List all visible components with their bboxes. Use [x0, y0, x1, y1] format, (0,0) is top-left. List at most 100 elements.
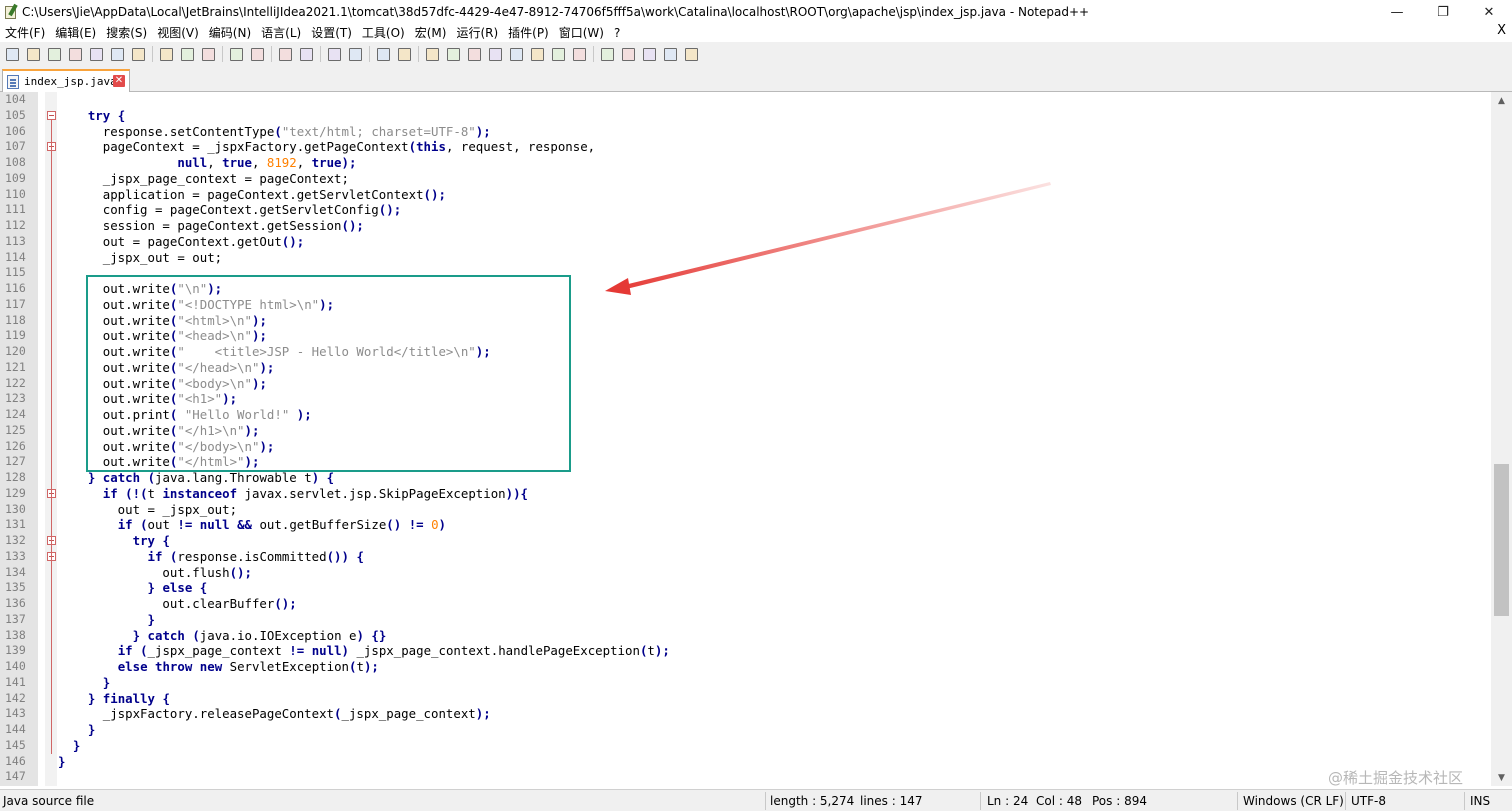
save-all-icon[interactable]: [66, 45, 84, 63]
code-line[interactable]: 112 session = pageContext.getSession();: [0, 218, 1490, 234]
scroll-up-arrow-icon[interactable]: ▲: [1491, 92, 1512, 109]
fold-toggle-icon[interactable]: [47, 110, 56, 120]
code-line[interactable]: 108 null, true, 8192, true);: [0, 155, 1490, 171]
code-line[interactable]: 122 out.write("<body>\n");: [0, 376, 1490, 392]
code-line[interactable]: 106 response.setContentType("text/html; …: [0, 124, 1490, 140]
code-line[interactable]: 107 pageContext = _jspxFactory.getPageCo…: [0, 139, 1490, 155]
word-wrap-icon[interactable]: [423, 45, 441, 63]
indent-guide-icon[interactable]: [465, 45, 483, 63]
udl-icon[interactable]: [486, 45, 504, 63]
replace-icon[interactable]: [297, 45, 315, 63]
code-line[interactable]: 130 out = _jspx_out;: [0, 502, 1490, 518]
close-all-icon[interactable]: [108, 45, 126, 63]
copy-icon[interactable]: [178, 45, 196, 63]
code-line[interactable]: 109 _jspx_page_context = pageContext;: [0, 171, 1490, 187]
code-line[interactable]: 115: [0, 265, 1490, 281]
undo-icon[interactable]: [227, 45, 245, 63]
status-insert-mode[interactable]: INS: [1470, 790, 1490, 811]
vertical-scrollbar[interactable]: ▲ ▼: [1491, 92, 1512, 786]
code-line[interactable]: 113 out = pageContext.getOut();: [0, 234, 1490, 250]
run-macro-multiple-icon[interactable]: [661, 45, 679, 63]
code-line[interactable]: 105 try {: [0, 108, 1490, 124]
code-line[interactable]: 125 out.write("</h1>\n");: [0, 423, 1490, 439]
print-icon[interactable]: [129, 45, 147, 63]
menu-item-8[interactable]: 宏(M): [410, 24, 452, 41]
code-line[interactable]: 128 } catch (java.lang.Throwable t) {: [0, 470, 1490, 486]
minimize-button[interactable]: —: [1374, 0, 1420, 24]
record-macro-icon[interactable]: [598, 45, 616, 63]
code-line[interactable]: 140 else throw new ServletException(t);: [0, 659, 1490, 675]
code-line[interactable]: 126 out.write("</body>\n");: [0, 439, 1490, 455]
code-line[interactable]: 127 out.write("</html>");: [0, 454, 1490, 470]
code-line[interactable]: 123 out.write("<h1>");: [0, 391, 1490, 407]
new-file-icon[interactable]: [3, 45, 21, 63]
code-line[interactable]: 139 if (_jspx_page_context != null) _jsp…: [0, 643, 1490, 659]
code-line[interactable]: 114 _jspx_out = out;: [0, 250, 1490, 266]
code-line[interactable]: 141 }: [0, 675, 1490, 691]
paste-icon[interactable]: [199, 45, 217, 63]
redo-icon[interactable]: [248, 45, 266, 63]
zoom-out-icon[interactable]: [346, 45, 364, 63]
menu-item-1[interactable]: 编辑(E): [50, 24, 101, 41]
code-line[interactable]: 136 out.clearBuffer();: [0, 596, 1490, 612]
sync-horizontal-icon[interactable]: [395, 45, 413, 63]
function-list-icon[interactable]: [528, 45, 546, 63]
menu-item-2[interactable]: 搜索(S): [101, 24, 152, 41]
menu-item-6[interactable]: 设置(T): [306, 24, 357, 41]
code-line[interactable]: 137 }: [0, 612, 1490, 628]
scroll-down-arrow-icon[interactable]: ▼: [1491, 769, 1512, 786]
menu-item-0[interactable]: 文件(F): [0, 24, 50, 41]
menu-item-7[interactable]: 工具(O): [357, 24, 410, 41]
tab-index-jsp-java[interactable]: index_jsp.java ✕: [2, 69, 130, 92]
code-line[interactable]: 134 out.flush();: [0, 565, 1490, 581]
code-line[interactable]: 138 } catch (java.io.IOException e) {}: [0, 628, 1490, 644]
status-eol[interactable]: Windows (CR LF): [1243, 790, 1344, 811]
code-line[interactable]: 133 if (response.isCommitted()) {: [0, 549, 1490, 565]
restore-button[interactable]: ❐: [1420, 0, 1466, 24]
sync-vertical-icon[interactable]: [374, 45, 392, 63]
find-icon[interactable]: [276, 45, 294, 63]
close-icon[interactable]: [87, 45, 105, 63]
code-line[interactable]: 119 out.write("<head>\n");: [0, 328, 1490, 344]
close-button[interactable]: ✕: [1466, 0, 1512, 24]
code-line[interactable]: 147: [0, 769, 1490, 785]
open-file-icon[interactable]: [24, 45, 42, 63]
code-line[interactable]: 120 out.write(" <title>JSP - Hello World…: [0, 344, 1490, 360]
menu-close-button[interactable]: X: [1497, 23, 1506, 38]
code-line[interactable]: 145 }: [0, 738, 1490, 754]
menu-item-9[interactable]: 运行(R): [451, 24, 503, 41]
save-icon[interactable]: [45, 45, 63, 63]
tab-close-icon[interactable]: ✕: [113, 75, 125, 87]
code-line[interactable]: 135 } else {: [0, 580, 1490, 596]
folder-workspace-icon[interactable]: [549, 45, 567, 63]
cut-icon[interactable]: [157, 45, 175, 63]
code-line[interactable]: 111 config = pageContext.getServletConfi…: [0, 202, 1490, 218]
menu-item-5[interactable]: 语言(L): [256, 24, 306, 41]
code-line[interactable]: 129 if (!(t instanceof javax.servlet.jsp…: [0, 486, 1490, 502]
menu-item-4[interactable]: 编码(N): [204, 24, 256, 41]
scrollbar-thumb[interactable]: [1494, 464, 1509, 616]
play-macro-icon[interactable]: [640, 45, 658, 63]
code-line[interactable]: 116 out.write("\n");: [0, 281, 1490, 297]
menu-item-10[interactable]: 插件(P): [503, 24, 554, 41]
code-line[interactable]: 121 out.write("</head>\n");: [0, 360, 1490, 376]
code-line[interactable]: 144 }: [0, 722, 1490, 738]
code-editor[interactable]: 104 105 try {106 response.setContentType(…: [0, 92, 1512, 786]
code-line[interactable]: 117 out.write("<!DOCTYPE html>\n");: [0, 297, 1490, 313]
code-line[interactable]: 142 } finally {: [0, 691, 1490, 707]
save-macro-icon[interactable]: [682, 45, 700, 63]
code-line[interactable]: 104: [0, 92, 1490, 108]
doc-map-icon[interactable]: [507, 45, 525, 63]
monitor-icon[interactable]: [570, 45, 588, 63]
menu-item-11[interactable]: 窗口(W): [554, 24, 609, 41]
code-line[interactable]: 118 out.write("<html>\n");: [0, 313, 1490, 329]
zoom-in-icon[interactable]: [325, 45, 343, 63]
code-line[interactable]: 143 _jspxFactory.releasePageContext(_jsp…: [0, 706, 1490, 722]
code-line[interactable]: 110 application = pageContext.getServlet…: [0, 187, 1490, 203]
menu-item-3[interactable]: 视图(V): [152, 24, 204, 41]
stop-record-icon[interactable]: [619, 45, 637, 63]
show-all-chars-icon[interactable]: [444, 45, 462, 63]
status-encoding[interactable]: UTF-8: [1351, 790, 1386, 811]
menu-item-12[interactable]: ?: [609, 26, 625, 40]
code-line[interactable]: 124 out.print( "Hello World!" );: [0, 407, 1490, 423]
